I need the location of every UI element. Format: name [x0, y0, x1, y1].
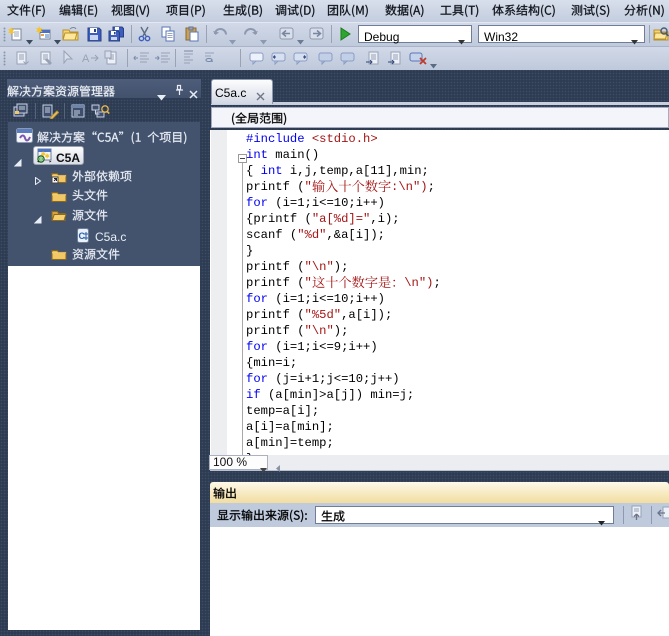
svg-text:A: A	[82, 53, 90, 65]
svg-text:C: C	[79, 231, 86, 241]
